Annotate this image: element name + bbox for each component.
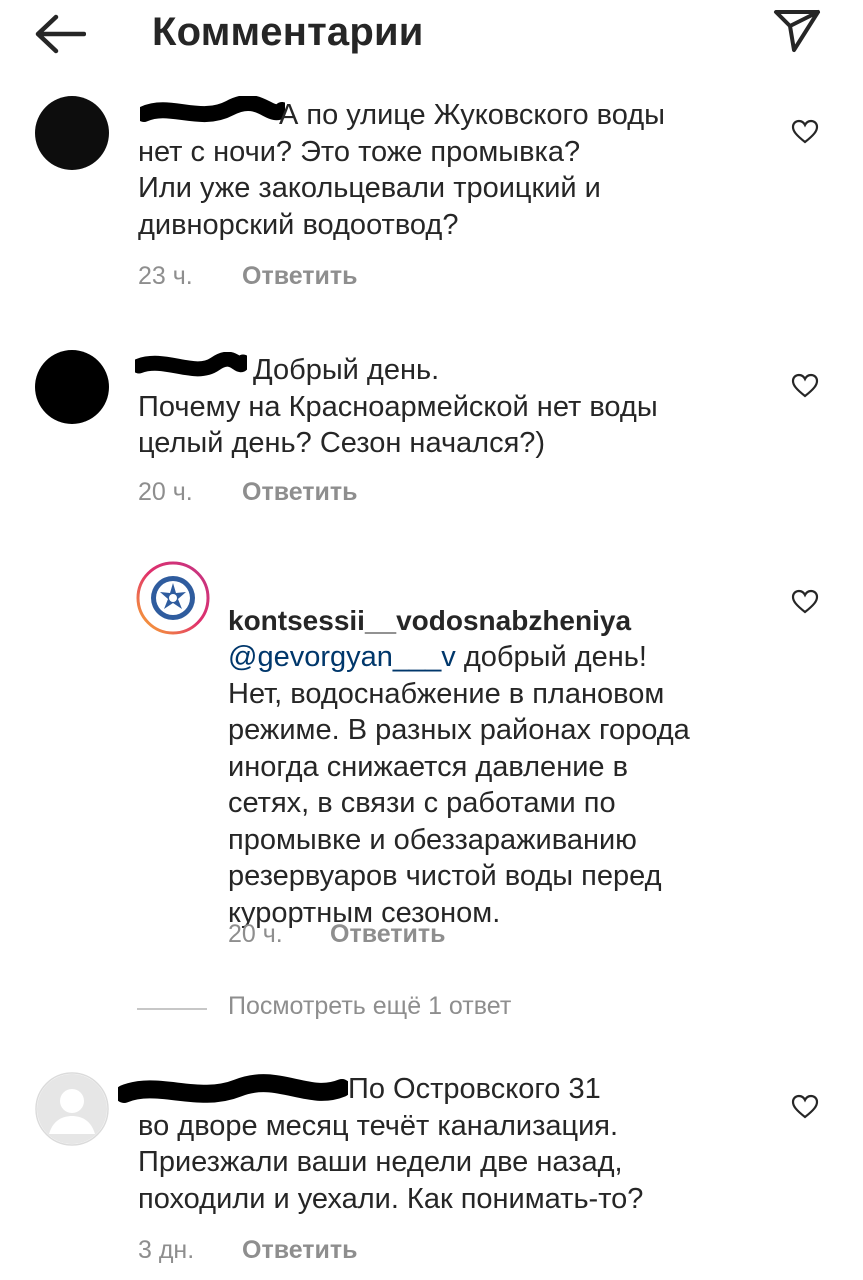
divider-line [137, 1008, 207, 1010]
comment-text: kontsessii__vodosnabzheniya @gevorgyan___… [228, 566, 690, 931]
comment-time: 20 ч. [138, 478, 193, 506]
user-mention[interactable]: @gevorgyan___v [228, 641, 456, 673]
default-avatar[interactable] [35, 1072, 109, 1146]
comment-time: 3 дн. [138, 1236, 195, 1264]
top-bar: Комментарии [0, 0, 863, 70]
reply-button[interactable]: Ответить [330, 920, 446, 949]
comment-text: А по улице Жуковского воды нет с ночи? Э… [138, 99, 666, 241]
comment-username[interactable]: kontsessii__vodosnabzheniya [228, 605, 631, 636]
view-more-label[interactable]: Посмотреть ещё 1 ответ [228, 992, 511, 1021]
paper-plane-icon[interactable] [772, 8, 822, 54]
brand-logo-avatar[interactable] [136, 561, 210, 635]
heart-icon[interactable] [791, 1094, 819, 1120]
reply-button[interactable]: Ответить [242, 1236, 358, 1265]
heart-icon[interactable] [791, 589, 819, 615]
comment-body: добрый день! Нет, водоснабжение в планов… [228, 641, 690, 929]
reply-button[interactable]: Ответить [242, 478, 358, 507]
comment-time: 20 ч. [228, 920, 283, 948]
heart-icon[interactable] [791, 119, 819, 145]
avatar[interactable] [35, 96, 109, 170]
heart-icon[interactable] [791, 373, 819, 399]
page-title: Комментарии [152, 10, 424, 54]
comment-text: Добрый день. Почему на Красноармейской н… [138, 354, 658, 459]
avatar[interactable] [35, 350, 109, 424]
comment-time: 23 ч. [138, 262, 193, 290]
comment-text: По Островского 31 во дворе месяц течёт к… [138, 1073, 644, 1215]
arrow-left-icon[interactable] [34, 14, 86, 54]
reply-button[interactable]: Ответить [242, 262, 358, 291]
